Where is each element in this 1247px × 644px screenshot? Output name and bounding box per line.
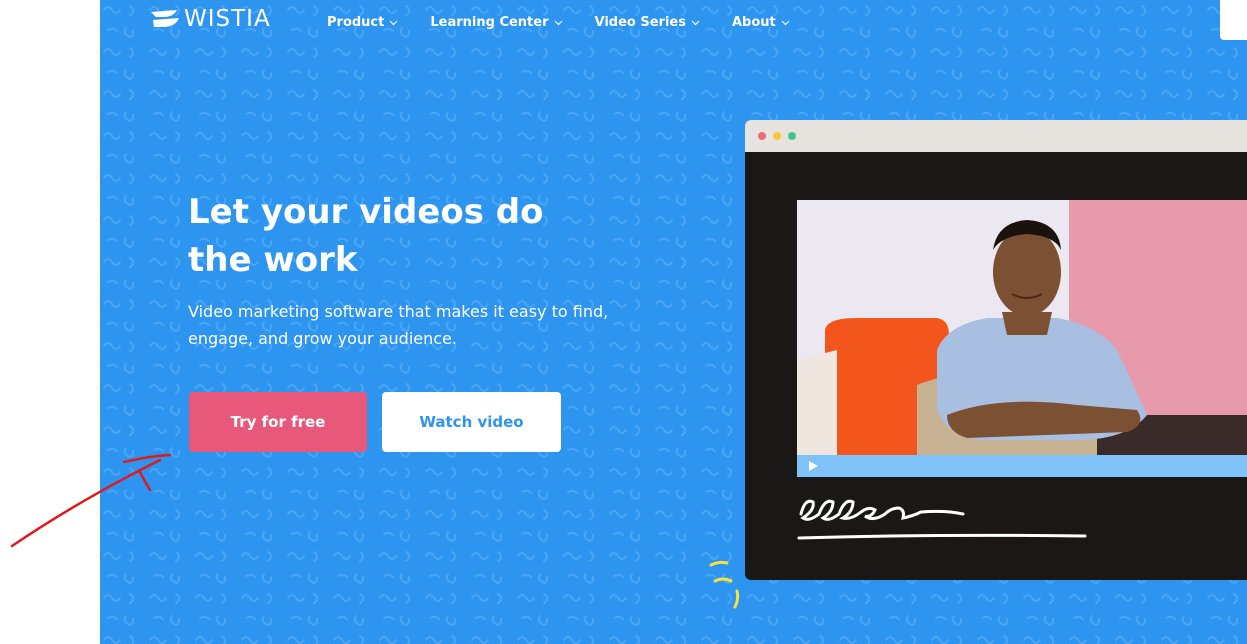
hero-headline: Let your videos do the work (188, 192, 544, 280)
nav-item-label: About (731, 15, 776, 30)
video-progress-bar[interactable] (797, 455, 1247, 477)
nav-item-label: Product (327, 15, 385, 30)
nav-item-label: Video Series (594, 15, 686, 30)
play-icon[interactable] (807, 460, 819, 472)
brand-name: WISTIA (184, 6, 271, 32)
hero-section: WISTIA Product Learning Center Video Ser… (100, 0, 1247, 644)
chevron-down-icon (389, 20, 398, 25)
browser-title-bar (745, 120, 1247, 152)
chevron-down-icon (781, 20, 790, 25)
chevron-down-icon (554, 20, 562, 25)
nav-item-product[interactable]: Product (327, 15, 398, 30)
browser-mockup (745, 120, 1247, 580)
watch-video-button[interactable]: Watch video (382, 392, 561, 452)
sparkle-decoration-icon (709, 560, 740, 609)
handwritten-signature-icon (797, 499, 1087, 540)
wistia-logo[interactable]: WISTIA (150, 6, 271, 32)
window-dot-green (788, 132, 796, 140)
nav-item-video-series[interactable]: Video Series (595, 15, 700, 30)
chevron-down-icon (691, 20, 700, 25)
red-arrow-annotation-icon (10, 453, 172, 548)
window-dot-red (758, 132, 766, 140)
nav-item-label: Learning Center (430, 15, 549, 30)
try-for-free-button[interactable]: Try for free (189, 392, 367, 452)
nav-item-about[interactable]: About (732, 15, 790, 30)
nav-item-learning-center[interactable]: Learning Center (430, 15, 562, 30)
hero-subheading: Video marketing software that makes it e… (188, 302, 609, 348)
wistia-logo-icon (151, 10, 179, 27)
window-dot-yellow (773, 132, 781, 140)
nav-cta-edge[interactable] (1220, 0, 1247, 40)
nav-menu: Product Learning Center Video Series Abo… (327, 15, 822, 30)
top-navigation: WISTIA Product Learning Center Video Ser… (100, 0, 1247, 48)
video-thumbnail[interactable] (797, 200, 1247, 455)
